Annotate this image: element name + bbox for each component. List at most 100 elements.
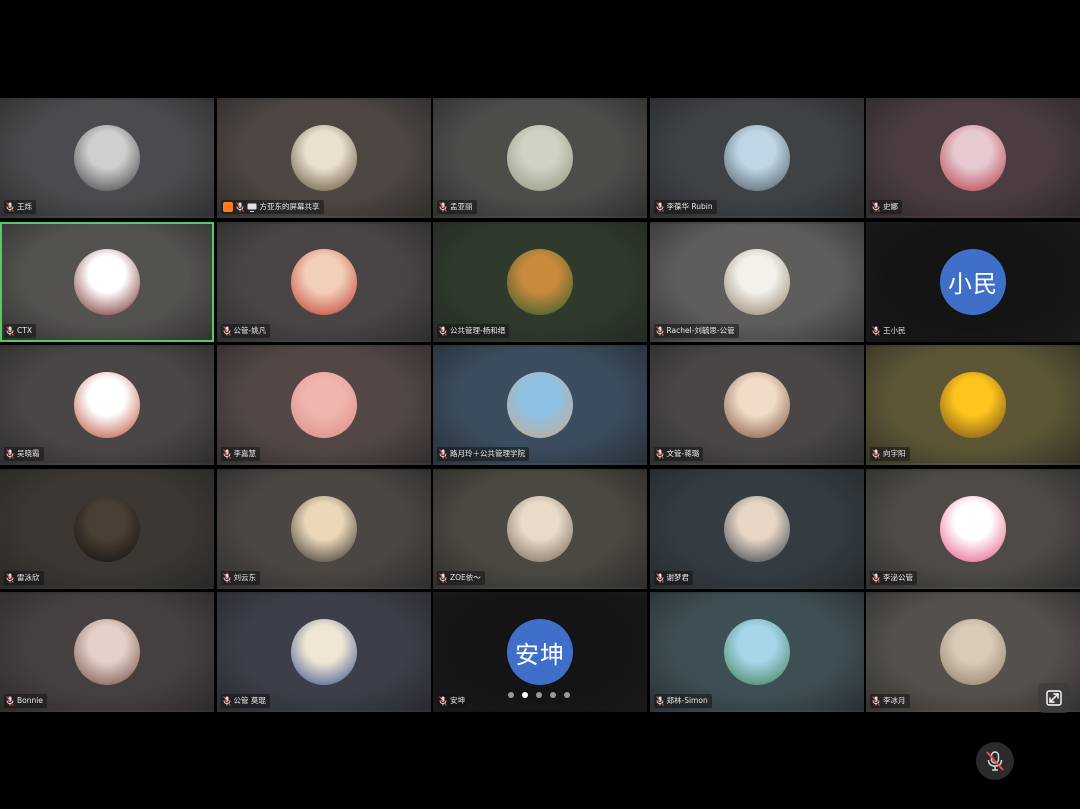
page-dot[interactable] <box>522 692 528 698</box>
participant-tile[interactable]: 公管-姚凡 <box>216 221 431 342</box>
avatar <box>507 248 573 315</box>
participant-name: 方亚东的屏幕共享 <box>259 202 320 211</box>
mic-muted-icon <box>439 325 447 336</box>
participant-name: 王烁 <box>17 202 32 211</box>
participant-tile[interactable]: 谢梦君 <box>649 468 864 589</box>
mic-muted-icon <box>439 449 447 459</box>
participant-tile[interactable]: ZOE依～ <box>433 468 647 589</box>
mic-muted-icon <box>872 696 880 706</box>
participant-name-bar: ZOE依～ <box>437 570 485 585</box>
exit-fullscreen-button[interactable] <box>1038 683 1070 713</box>
avatar <box>723 248 790 315</box>
participant-tile[interactable]: 李葆华 Rubin <box>649 98 864 218</box>
participant-tile[interactable]: 文管-蒋璐 <box>649 345 864 465</box>
participant-tile[interactable]: Rachel-刘毓思-公管 <box>649 221 864 342</box>
avatar <box>940 372 1006 438</box>
participant-tile[interactable]: 刘云东 <box>216 468 431 589</box>
mic-muted-icon <box>986 751 1004 771</box>
participant-tile[interactable]: 孟亚丽 <box>433 98 647 218</box>
participant-tile[interactable]: CTX <box>0 221 214 342</box>
avatar <box>290 495 357 562</box>
participant-name: 李泌公管 <box>883 572 913 582</box>
participant-name-bar: 方亚东的屏幕共享 <box>220 200 324 214</box>
mic-muted-icon <box>872 325 880 336</box>
mic-muted-icon <box>439 696 447 706</box>
participant-name: 刘云东 <box>233 572 257 582</box>
participant-name-bar: 雷泳欣 <box>4 570 44 585</box>
avatar <box>723 619 790 685</box>
avatar <box>723 495 790 562</box>
mic-muted-icon <box>6 202 14 212</box>
participant-name: 安坤 <box>450 696 465 705</box>
mic-muted-icon <box>872 202 880 212</box>
host-badge-icon <box>222 202 233 212</box>
avatar <box>940 619 1006 685</box>
participant-tile[interactable]: 向宇阳 <box>866 345 1080 465</box>
participant-name: 雷泳欣 <box>17 572 40 582</box>
mic-muted-icon <box>222 449 231 459</box>
mic-muted-icon <box>6 572 14 583</box>
avatar <box>74 619 140 685</box>
avatar <box>940 125 1006 191</box>
avatar <box>74 495 140 562</box>
participant-name: Rachel-刘毓思-公管 <box>666 325 735 335</box>
avatar-initials: 小民 <box>948 270 998 298</box>
avatar <box>507 495 573 562</box>
participant-name: 史娜 <box>883 202 898 211</box>
avatar <box>74 372 140 438</box>
participant-name: 李葆华 Rubin <box>666 202 713 211</box>
avatar <box>507 372 573 438</box>
page-dot[interactable] <box>564 692 570 698</box>
participant-name-bar: Bonnie <box>4 694 47 708</box>
mic-muted-icon <box>6 325 14 336</box>
participant-tile[interactable]: 雷泳欣 <box>0 468 214 589</box>
participant-tile[interactable]: 公共管理-杨和缙 <box>433 221 647 342</box>
participant-tile[interactable]: Bonnie <box>0 592 214 712</box>
page-dot[interactable] <box>550 692 556 698</box>
participant-name-bar: 王烁 <box>4 200 36 214</box>
participant-tile[interactable]: 王烁 <box>0 98 214 218</box>
participant-tile[interactable]: 李嘉慧 <box>216 345 431 465</box>
mute-toggle-button[interactable] <box>976 742 1014 780</box>
participant-tile[interactable]: 方亚东的屏幕共享 <box>216 98 431 218</box>
participant-tile[interactable]: 吴晓霜 <box>0 345 214 465</box>
avatar <box>290 372 357 438</box>
participant-name: 公管 莫琨 <box>233 696 266 705</box>
mic-muted-icon <box>235 202 244 212</box>
avatar <box>940 495 1006 562</box>
participant-name-bar: 向宇阳 <box>870 447 910 461</box>
avatar <box>723 372 790 438</box>
participant-name: 路月玲＋公共管理学院 <box>450 449 525 458</box>
participant-name: 孟亚丽 <box>450 202 473 211</box>
participant-tile[interactable]: 李泌公管 <box>866 468 1080 589</box>
participant-tile[interactable]: 路月玲＋公共管理学院 <box>433 345 647 465</box>
participant-name-bar: 刘云东 <box>220 570 260 585</box>
mic-muted-icon <box>439 202 447 212</box>
participant-tile[interactable]: 郑林-Simon <box>649 592 864 712</box>
participant-name: 文管-蒋璐 <box>666 449 700 458</box>
participant-name: 郑林-Simon <box>666 696 708 705</box>
participant-name: 公管-姚凡 <box>233 325 267 335</box>
participant-tile[interactable]: 史娜 <box>866 98 1080 218</box>
participant-tile[interactable]: 公管 莫琨 <box>216 592 431 712</box>
page-dot[interactable] <box>536 692 542 698</box>
participant-name-bar: 郑林-Simon <box>653 694 712 708</box>
mic-muted-icon <box>655 696 664 706</box>
participant-name-bar: CTX <box>4 323 36 338</box>
participant-name-bar: 吴晓霜 <box>4 447 44 461</box>
avatar <box>507 125 573 191</box>
participant-name-bar: 李泌公管 <box>870 570 917 585</box>
participant-name-bar: 公共管理-杨和缙 <box>437 323 510 338</box>
avatar-initials: 安坤 <box>515 640 565 669</box>
participant-name-bar: Rachel-刘毓思-公管 <box>653 323 739 338</box>
participant-name: ZOE依～ <box>450 572 481 582</box>
participant-name-bar: 路月玲＋公共管理学院 <box>437 447 529 461</box>
page-dot[interactable] <box>508 692 514 698</box>
participant-tile[interactable]: 小民 王小民 <box>866 221 1080 342</box>
text-avatar: 安坤 <box>507 619 573 685</box>
avatar <box>723 125 790 191</box>
page-indicator[interactable] <box>508 692 570 698</box>
mic-muted-icon <box>655 572 664 583</box>
mic-muted-icon <box>872 449 880 459</box>
participant-name: 李冰月 <box>883 696 906 705</box>
